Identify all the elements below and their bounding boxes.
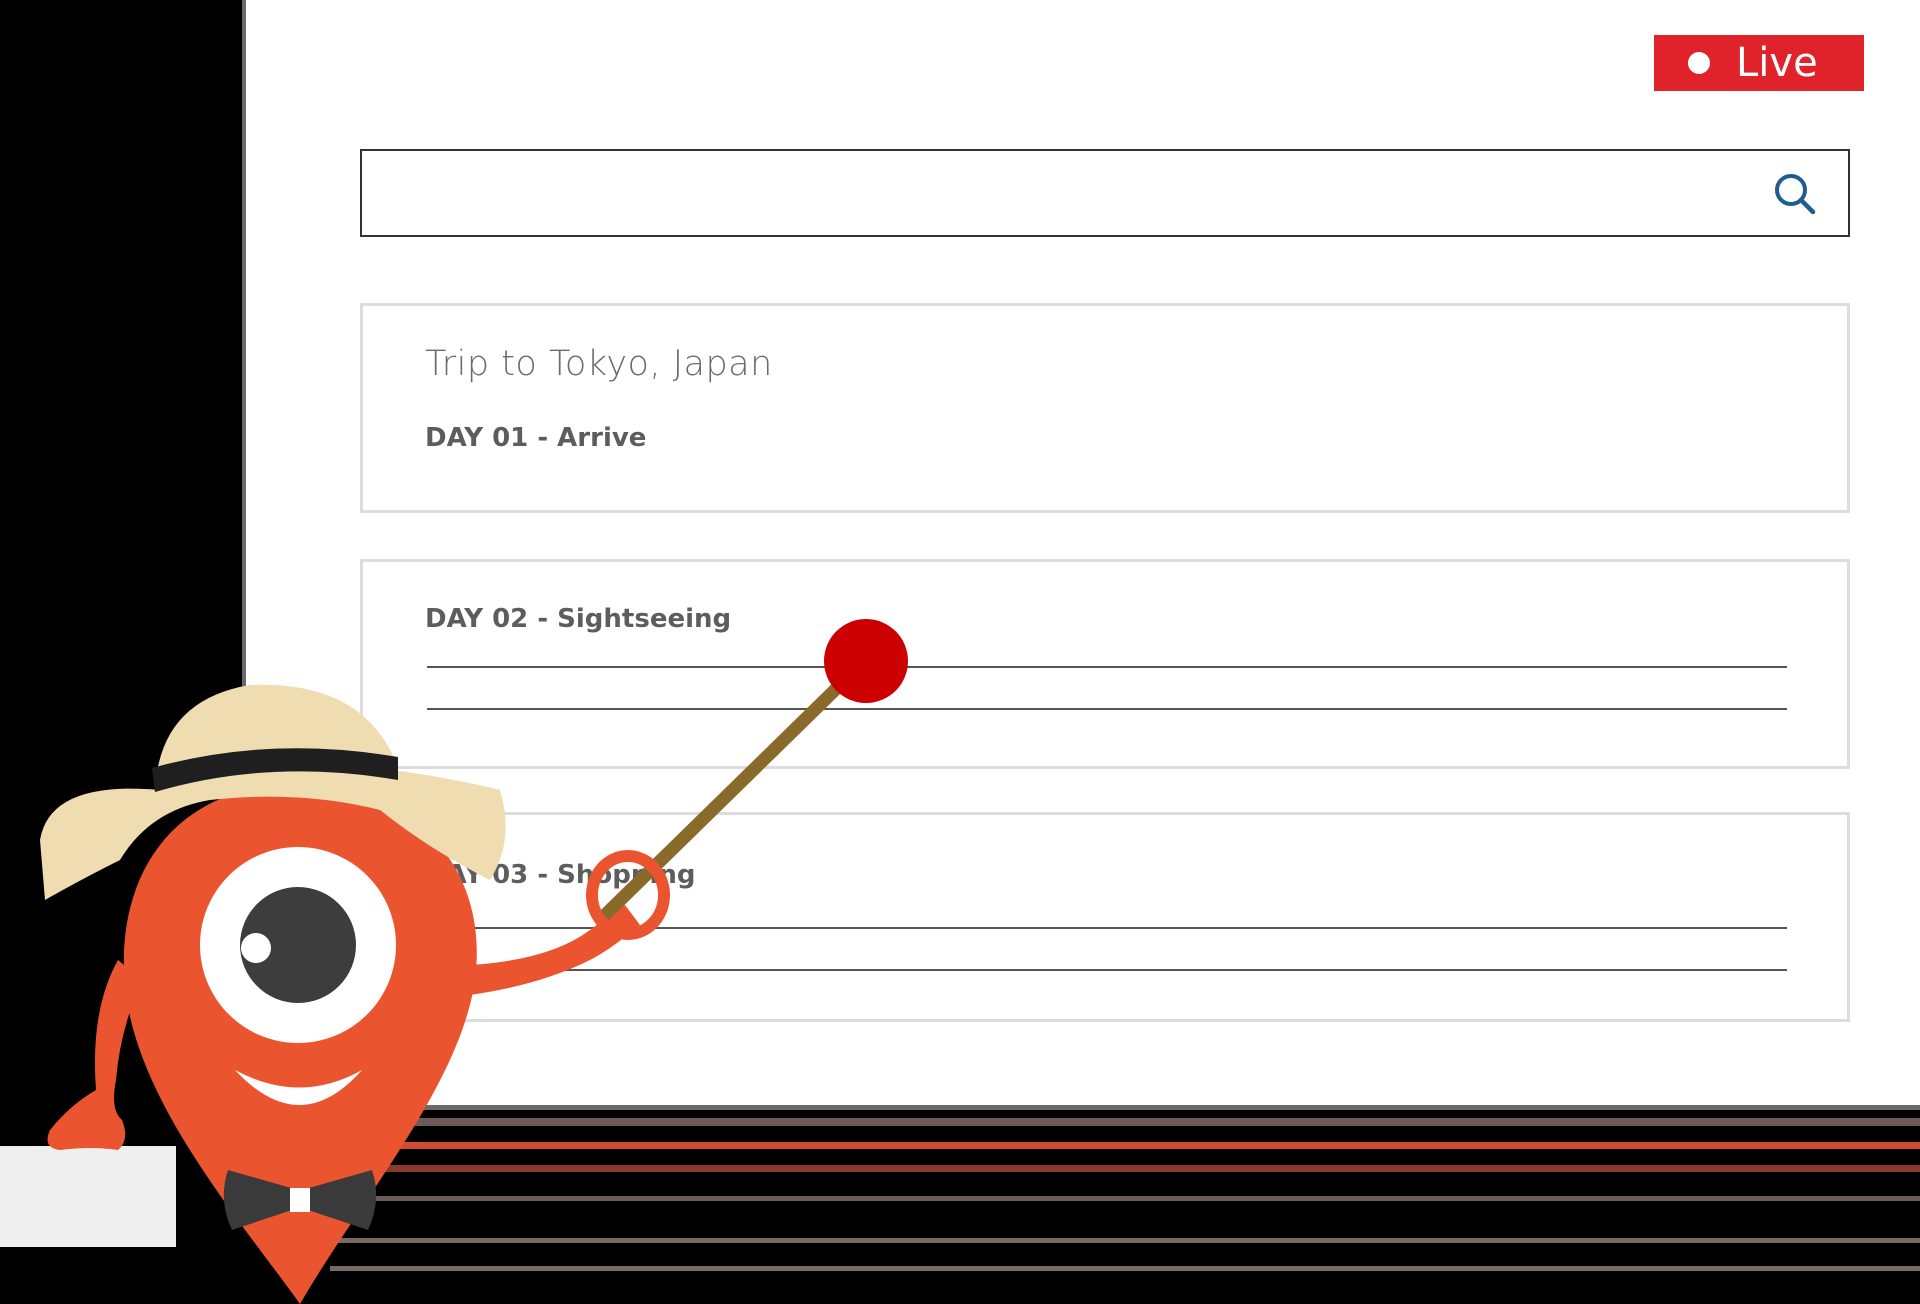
mascot-right-arm bbox=[470, 905, 640, 995]
suitcase-icon bbox=[0, 1133, 176, 1247]
stage: Live Trip to Tokyo, Japan DAY 01 - Arriv… bbox=[0, 0, 1920, 1304]
floor-stripes bbox=[330, 1118, 1920, 1271]
map-pin-mascot-illustration bbox=[0, 619, 1920, 1304]
mascot-eye bbox=[200, 847, 396, 1043]
